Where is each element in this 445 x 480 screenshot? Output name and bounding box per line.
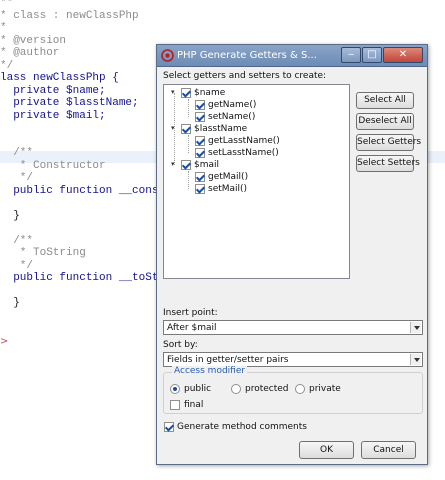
radio-public[interactable] [170, 384, 180, 394]
checkbox-field-mail[interactable] [181, 160, 191, 170]
method-label: getName() [208, 100, 257, 110]
code-line: /** [0, 147, 34, 159]
checkbox-setlasstname[interactable] [195, 148, 205, 158]
chevron-down-icon[interactable] [410, 322, 421, 333]
code-line: */ [0, 172, 34, 184]
tree-node-setlasstname[interactable]: setLasstName() [168, 147, 308, 159]
ok-button[interactable]: OK [299, 441, 354, 459]
code-line: } [0, 297, 20, 309]
minimize-button[interactable]: ‒ [341, 47, 361, 63]
dialog-titlebar[interactable]: PHP Generate Getters & S... ‒ □ ✕ [157, 45, 427, 67]
insert-point-label: Insert point: [163, 308, 218, 318]
collapse-icon[interactable]: ▾ [171, 161, 176, 168]
code-line: * @version [0, 34, 67, 47]
checkbox-field-lasstname[interactable] [181, 124, 191, 134]
method-label: setMail() [208, 184, 248, 194]
field-label: $name [194, 88, 226, 98]
tree-node-field-lasstname[interactable]: ▾ $lasstName [168, 123, 288, 135]
tree-node-field-mail[interactable]: ▾ $mail [168, 159, 268, 171]
php-icon [161, 49, 174, 62]
select-all-button[interactable]: Select All [356, 92, 414, 109]
code-line: * class : newClassPhp [0, 9, 139, 22]
tree-node-setmail[interactable]: setMail() [168, 183, 288, 195]
method-label: setName() [208, 112, 256, 122]
checkbox-final-label[interactable]: final [184, 400, 203, 410]
dialog-title: PHP Generate Getters & S... [177, 50, 317, 61]
members-tree[interactable]: ▾ $name getName() setName() ▾ $lasstName… [163, 84, 350, 279]
checkbox-getlasstname[interactable] [195, 136, 205, 146]
checkbox-getmail[interactable] [195, 172, 205, 182]
checkbox-generate-comments[interactable] [164, 422, 174, 432]
checkbox-setmail[interactable] [195, 184, 205, 194]
field-label: $mail [194, 160, 220, 170]
checkbox-getname[interactable] [195, 100, 205, 110]
maximize-button[interactable]: □ [362, 47, 382, 63]
tree-node-getname[interactable]: getName() [168, 99, 288, 111]
access-modifier-group: Access modifier public protected private… [163, 366, 423, 414]
instruction-label: Select getters and setters to create: [163, 71, 327, 81]
select-setters-button[interactable]: Select Setters [356, 155, 420, 172]
sort-by-value: Fields in getter/setter pairs [167, 355, 289, 365]
code-line: public function __toStri [0, 272, 172, 284]
checkbox-field-name[interactable] [181, 88, 191, 98]
insert-point-select[interactable]: After $mail [163, 320, 423, 335]
code-line: * @author [0, 47, 60, 59]
method-label: getLasstName() [208, 136, 280, 146]
sort-by-label: Sort by: [163, 340, 198, 350]
code-line: } [0, 209, 20, 222]
generate-comments-label[interactable]: Generate method comments [177, 422, 307, 432]
collapse-icon[interactable]: ▾ [171, 125, 176, 132]
tree-node-getmail[interactable]: getMail() [168, 171, 288, 183]
code-line: */ [0, 59, 14, 72]
radio-protected[interactable] [231, 384, 241, 394]
radio-private-label[interactable]: private [309, 384, 341, 394]
generate-getters-setters-dialog: PHP Generate Getters & S... ‒ □ ✕ Select… [156, 44, 428, 465]
tree-node-getlasstname[interactable]: getLasstName() [168, 135, 308, 147]
code-line: private $name; [0, 84, 106, 97]
code-line: private $mail; [0, 109, 106, 122]
code-line: public function __constr [0, 184, 172, 197]
radio-private[interactable] [295, 384, 305, 394]
insert-point-value: After $mail [167, 323, 217, 333]
code-line: private $lasstName; [0, 97, 139, 109]
access-modifier-legend: Access modifier [172, 366, 248, 376]
code-line: * Constructor [0, 159, 106, 172]
checkbox-final[interactable] [170, 400, 180, 410]
chevron-down-icon[interactable] [410, 354, 421, 365]
radio-public-label[interactable]: public [184, 384, 211, 394]
method-label: setLasstName() [208, 148, 279, 158]
close-button[interactable]: ✕ [383, 47, 423, 63]
select-getters-button[interactable]: Select Getters [356, 134, 421, 151]
collapse-icon[interactable]: ▾ [171, 89, 176, 96]
code-line: ** [0, 0, 14, 9]
radio-protected-label[interactable]: protected [245, 384, 289, 394]
code-line: * ToString [0, 247, 86, 259]
code-line: /** [0, 234, 34, 247]
cancel-button[interactable]: Cancel [361, 441, 416, 459]
tree-node-setname[interactable]: setName() [168, 111, 288, 123]
deselect-all-button[interactable]: Deselect All [356, 113, 414, 130]
code-line: * [0, 22, 7, 34]
code-line: lass newClassPhp { [0, 72, 119, 84]
gutter-arrow-marker: > [0, 336, 9, 347]
sort-by-select[interactable]: Fields in getter/setter pairs [163, 352, 423, 367]
method-label: getMail() [208, 172, 249, 182]
code-line: */ [0, 259, 34, 272]
tree-node-field-name[interactable]: ▾ $name [168, 87, 268, 99]
field-label: $lasstName [194, 124, 248, 134]
checkbox-setname[interactable] [195, 112, 205, 122]
